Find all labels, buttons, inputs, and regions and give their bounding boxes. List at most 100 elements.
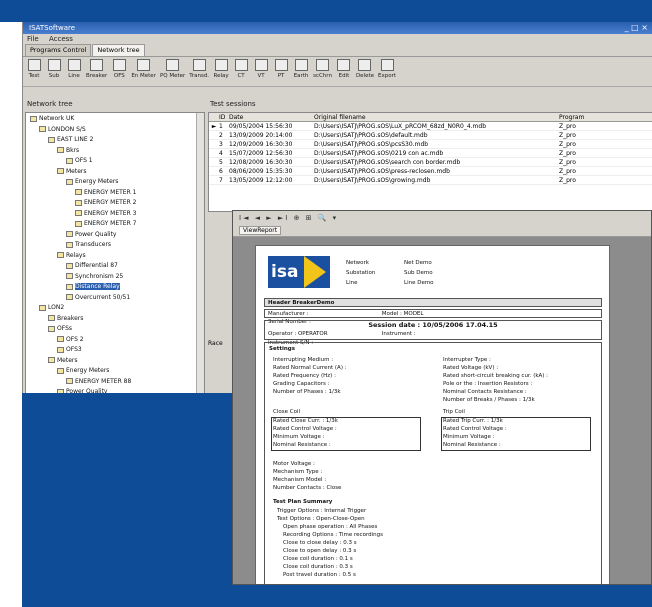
col-filename[interactable]: Original filename <box>314 113 559 121</box>
header-field: Network Net Demo <box>346 258 434 268</box>
header-field: Line Line Demo <box>346 278 434 288</box>
tab-programs-control[interactable]: Programs Control <box>25 44 92 56</box>
tree-node[interactable]: Power Quality <box>66 231 117 239</box>
col-date[interactable]: Date <box>229 113 314 121</box>
logo-arrow-icon <box>304 256 326 288</box>
trip-coil-field: Rated Control Voltage : <box>443 426 507 432</box>
viewer-toolbar[interactable]: I◄ ◄ ► ►I ⊕ ⊞ 🔍 ▾ <box>233 211 651 225</box>
toolbar-button-test[interactable]: Test <box>25 59 43 79</box>
toolbar-label: Transd. <box>189 73 210 79</box>
setting-right: Nominal Contacts Resistance : <box>443 389 527 395</box>
cell-date: 08/06/2009 15:35:30 <box>229 168 293 175</box>
header-field-key: Substation <box>346 270 376 276</box>
tree-node[interactable]: Overcurrent 50/51 <box>66 294 130 302</box>
tree-node[interactable]: Breakers <box>48 315 83 323</box>
tree-node[interactable]: Synchronism 25 <box>66 273 123 281</box>
tree-node[interactable]: OFS 2 <box>57 336 84 344</box>
toolbar-button-en-meter[interactable]: En Meter <box>130 59 157 79</box>
tree-node[interactable]: ENERGY METER 3 <box>75 210 136 218</box>
table-row[interactable]: 7 13/05/2009 12:12:00 D:\Users\ISATJ\PROG.… <box>209 176 652 185</box>
tree-scrollbar[interactable] <box>196 113 204 401</box>
tree-node[interactable]: Distance Relay <box>66 283 120 291</box>
viewer-tab[interactable]: ViewReport <box>233 225 651 237</box>
pq-meter-icon <box>166 59 180 71</box>
table-row[interactable]: 6 08/06/2009 15:35:30 D:\Users\ISATJ\PROG.… <box>209 167 652 176</box>
tree-node[interactable]: OFSs <box>48 325 72 333</box>
folder-icon <box>57 367 64 374</box>
cell-id: 2 <box>219 132 223 139</box>
setting-left: Number of Phases : 1/3k <box>273 389 341 395</box>
col-id[interactable]: ID <box>219 113 229 121</box>
cell-file: D:\Users\ISATJ\PROG.sOS\0219 con ac.mdb <box>314 150 444 157</box>
menu-access[interactable]: Access <box>49 35 73 43</box>
toolbar-button-edit[interactable]: Edit <box>335 59 353 79</box>
setting-left: Grading Capacitors : <box>273 381 330 387</box>
tree-node[interactable]: EAST LINE 2 <box>48 136 93 144</box>
header-field: Substation Sub Demo <box>346 268 434 278</box>
table-row[interactable]: 2 13/09/2009 20:14:00 D:\Users\ISATJ\PROG.… <box>209 131 652 140</box>
setting-right: Rated Voltage (kV) : <box>443 365 499 371</box>
tree-node[interactable]: LONDON S/S <box>39 126 86 134</box>
toolbar-label: Delete <box>355 73 375 79</box>
toolbar-button-pt[interactable]: PT <box>272 59 290 79</box>
report-title: Header BreakerDemo <box>264 298 602 307</box>
cell-mark <box>209 149 219 157</box>
tree-node[interactable]: Network UK <box>30 115 74 123</box>
setting-right: Rated short-circuit breaking cur. (kA) : <box>443 373 549 379</box>
summary-line: Close to open delay : 0.3 s <box>283 548 357 554</box>
trip-coil-title: Trip Coil <box>443 409 465 415</box>
toolbar-button-sub[interactable]: Sub <box>45 59 63 79</box>
report-viewer: I◄ ◄ ► ►I ⊕ ⊞ 🔍 ▾ ViewReport isa Network… <box>232 210 652 585</box>
tree-node[interactable]: Meters <box>57 168 87 176</box>
toolbar-button-line[interactable]: Line <box>65 59 83 79</box>
tree-node[interactable]: OFS3 <box>57 346 82 354</box>
tree-node[interactable]: Differential 87 <box>66 262 118 270</box>
col-program[interactable]: Program <box>559 113 619 121</box>
tree-node[interactable]: Energy Meters <box>57 367 109 375</box>
cell-mark <box>209 176 219 184</box>
toolbar-button-delete[interactable]: Delete <box>355 59 375 79</box>
tree-node[interactable]: Bkrs <box>57 147 79 155</box>
substation-icon <box>47 59 61 71</box>
cell-file: D:\Users\ISATJ\PROG.sOS\pcsS30.mdb <box>314 141 429 148</box>
table-row[interactable]: 3 12/09/2009 16:30:30 D:\Users\ISATJ\PROG.… <box>209 140 652 149</box>
menu-file[interactable]: File <box>27 35 39 43</box>
tree-node[interactable]: OFS 1 <box>66 157 93 165</box>
toolbar-label: OFS <box>113 73 125 79</box>
table-row[interactable]: ► 1 09/05/2004 15:56:30 D:\Users\ISATJ\PROG… <box>209 122 652 131</box>
tab-viewreport[interactable]: ViewReport <box>239 226 282 235</box>
cell-id: 1 <box>219 123 223 130</box>
tree-node[interactable]: Relays <box>57 252 86 260</box>
toolbar-button-export[interactable]: Export <box>377 59 397 79</box>
table-row[interactable]: 4 15/07/2009 12:56:30 D:\Users\ISATJ\PROG.… <box>209 149 652 158</box>
summary-line: Post travel duration : 0.5 s <box>283 572 356 578</box>
toolbar: Test Sub Line Breaker OFS En Meter PQ Meter Tra… <box>23 57 652 87</box>
folder-icon <box>66 294 73 300</box>
tree-node[interactable]: ENERGY METER 7 <box>75 220 136 228</box>
toolbar-button-ofs[interactable]: OFS <box>110 59 128 79</box>
tree-node[interactable]: Transducers <box>66 241 111 249</box>
toolbar-button-transd-[interactable]: Transd. <box>188 59 210 79</box>
toolbar-button-breaker[interactable]: Breaker <box>85 59 108 79</box>
toolbar-button-relay[interactable]: Relay <box>212 59 230 79</box>
tree-node[interactable]: ENERGY METER 88 <box>66 378 131 386</box>
cell-file: D:\Users\ISATJ\PROG.sOS\default.mdb <box>314 132 428 139</box>
tree-node[interactable]: Energy Meters <box>66 178 118 186</box>
window-controls[interactable]: _ □ × <box>625 22 648 34</box>
toolbar-button-earth[interactable]: Earth <box>292 59 310 79</box>
toolbar-button-scchrn[interactable]: scChrn <box>312 59 333 79</box>
tree-node[interactable]: ENERGY METER 1 <box>75 189 136 197</box>
tree-node-label: Network UK <box>39 115 75 122</box>
toolbar-button-ct[interactable]: CT <box>232 59 250 79</box>
tree-node[interactable]: Meters <box>48 357 78 365</box>
folder-icon <box>66 283 73 290</box>
window-title: ISATSoftware <box>29 24 76 32</box>
summary-title: Test Plan Summary <box>273 499 333 505</box>
toolbar-button-vt[interactable]: VT <box>252 59 270 79</box>
tab-network-tree[interactable]: Network tree <box>92 44 145 56</box>
toolbar-button-pq-meter[interactable]: PQ Meter <box>159 59 186 79</box>
table-row[interactable]: 5 12/08/2009 16:30:30 D:\Users\ISATJ\PROG.… <box>209 158 652 167</box>
network-tree[interactable]: Network UK LONDON S/S EAST LINE 2 Bkrs OFS 1… <box>25 112 205 402</box>
tree-node[interactable]: ENERGY METER 2 <box>75 199 136 207</box>
tree-node[interactable]: LON2 <box>39 304 64 312</box>
